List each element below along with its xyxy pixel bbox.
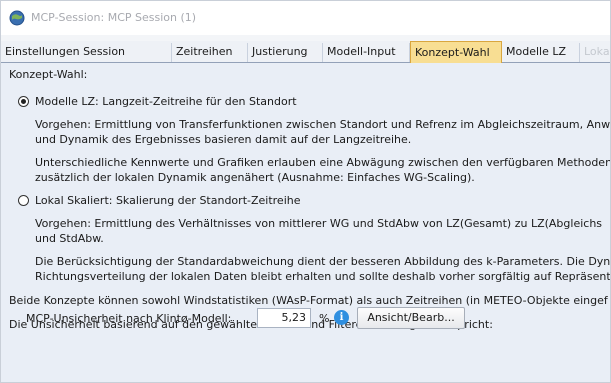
option1-description-line: und Dynamik des Ergebnisses basieren dam… bbox=[35, 133, 412, 146]
view-edit-button[interactable]: Ansicht/Bearb... bbox=[357, 307, 465, 329]
option-lokal-skaliert-label[interactable]: Lokal Skaliert: Skalierung der Standort-… bbox=[35, 194, 301, 207]
tab-modell-input[interactable]: Modell-Input bbox=[323, 43, 410, 62]
tab-einstellungen-session[interactable]: Einstellungen Session bbox=[1, 43, 172, 62]
tab-lokal-skaliert: Lokal skaliert bbox=[584, 45, 611, 58]
option2-description-line: Die Berücksichtigung der Standardabweich… bbox=[35, 255, 611, 268]
uncertainty-unit: % bbox=[319, 312, 330, 325]
option1-description-line: Vorgehen: Ermittlung von Transferfunktio… bbox=[35, 118, 611, 131]
uncertainty-label: MCP-Unsicherheit nach Klintø-Modell: bbox=[26, 312, 232, 325]
window-title: MCP-Session: MCP Session (1) bbox=[31, 11, 197, 24]
option2-description-line: Vorgehen: Ermittlung des Verhältnisses v… bbox=[35, 217, 603, 230]
uncertainty-value-field[interactable]: 5,23 bbox=[257, 308, 311, 328]
concept-note: Beide Konzepte können sowohl Windstatist… bbox=[9, 294, 608, 307]
tab-konzept-wahl[interactable]: Konzept-Wahl bbox=[410, 41, 502, 63]
option1-description-line: zusätzlich der lokalen Dynamik angenäher… bbox=[35, 171, 475, 184]
tab-zeitreihen[interactable]: Zeitreihen bbox=[172, 43, 248, 62]
option-modelle-lz-radio[interactable] bbox=[18, 96, 29, 107]
tab-justierung[interactable]: Justierung bbox=[248, 43, 323, 62]
option-modelle-lz-label[interactable]: Modelle LZ: Langzeit-Zeitreihe für den S… bbox=[35, 95, 297, 108]
globe-app-icon bbox=[9, 10, 25, 26]
radio-selected-dot bbox=[21, 99, 26, 104]
tab-modelle-lz[interactable]: Modelle LZ bbox=[502, 43, 580, 62]
konzept-wahl-panel: Konzept-Wahl: Modelle LZ: Langzeit-Zeitr… bbox=[1, 63, 611, 382]
info-icon[interactable]: i bbox=[334, 310, 349, 325]
tab-bar: Einstellungen Session Zeitreihen Justier… bbox=[1, 41, 610, 63]
option2-description-line: Richtungsverteilung der lokalen Daten bl… bbox=[35, 270, 611, 283]
option2-description-line: und StdAbw. bbox=[35, 232, 104, 245]
title-bar: MCP-Session: MCP Session (1) bbox=[1, 1, 610, 35]
option-lokal-skaliert-radio[interactable] bbox=[18, 195, 29, 206]
mcp-session-window: MCP-Session: MCP Session (1) Einstellung… bbox=[0, 0, 611, 383]
section-heading: Konzept-Wahl: bbox=[9, 68, 88, 81]
option1-description-line: Unterschiedliche Kennwerte und Grafiken … bbox=[35, 156, 611, 169]
